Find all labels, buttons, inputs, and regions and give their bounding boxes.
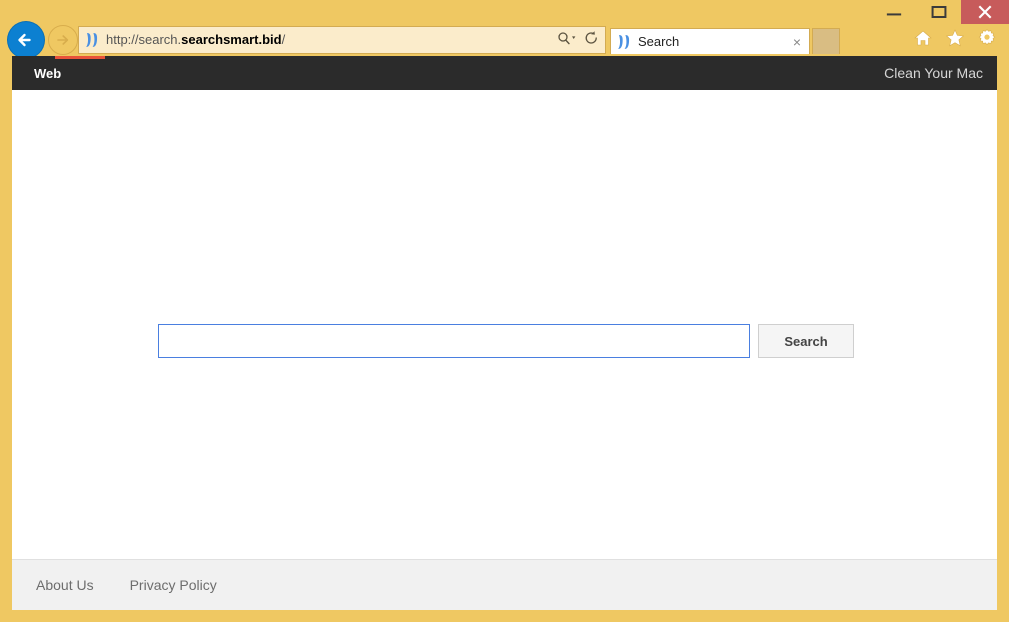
chrome-toolbar-icons [913,28,997,48]
url-suffix: / [282,32,286,47]
tab-title: Search [638,34,789,49]
arrow-left-icon [15,29,37,51]
footer-link-privacy-policy[interactable]: Privacy Policy [130,577,217,593]
arrow-right-icon [54,31,72,49]
searchsmart-favicon [617,34,632,50]
forward-button[interactable] [48,25,78,55]
url-domain: searchsmart.bid [181,32,281,47]
maximize-button[interactable] [916,0,961,24]
address-bar[interactable]: http://search.searchsmart.bid/ [78,26,606,54]
search-button[interactable]: Search [758,324,854,358]
url-text: http://search.searchsmart.bid/ [106,27,557,53]
browser-tab[interactable]: Search × [610,28,810,54]
nav-item-web[interactable]: Web [24,56,71,90]
address-bar-actions [557,30,599,51]
navigation-buttons [8,22,78,58]
page-viewport: Web Clean Your Mac Search About Us Priva… [12,56,997,610]
page-footer: About Us Privacy Policy [12,559,997,610]
home-icon[interactable] [913,28,933,48]
new-tab-button[interactable] [812,28,840,54]
minimize-button[interactable] [871,0,916,24]
nav-item-clean-your-mac[interactable]: Clean Your Mac [884,56,983,90]
search-form: Search [158,324,854,358]
refresh-icon[interactable] [584,30,599,51]
browser-window: http://search.searchsmart.bid/ [0,0,1009,622]
url-prefix: http://search. [106,32,181,47]
tab-close-icon[interactable]: × [789,34,805,50]
searchsmart-favicon [85,32,100,48]
browser-titlebar: http://search.searchsmart.bid/ [0,0,1009,56]
favorites-star-icon[interactable] [945,28,965,48]
site-top-nav: Web Clean Your Mac [12,56,997,90]
magnifier-dropdown-icon[interactable] [557,30,579,51]
search-input[interactable] [158,324,750,358]
settings-gear-icon[interactable] [977,28,997,48]
window-controls [871,0,1009,24]
footer-link-about-us[interactable]: About Us [36,577,94,593]
close-window-button[interactable] [961,0,1009,24]
back-button[interactable] [8,22,44,58]
